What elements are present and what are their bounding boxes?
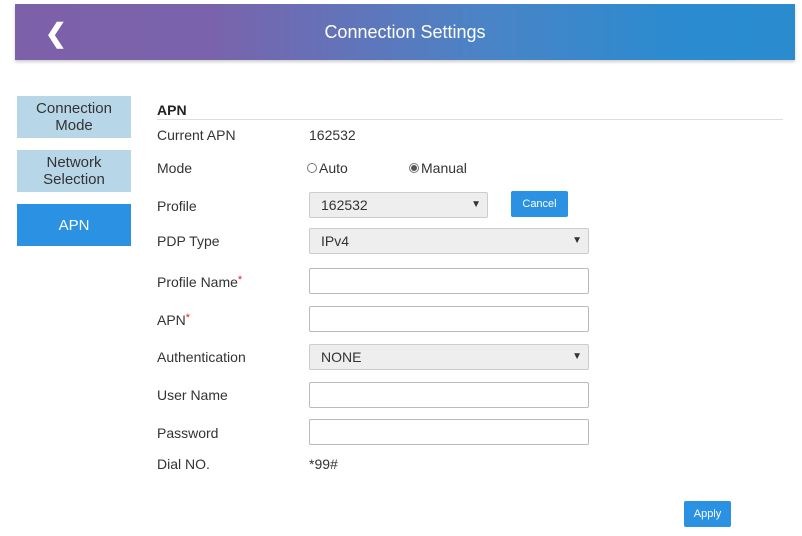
dial-no-value: *99# [309,456,338,472]
authentication-label: Authentication [157,349,246,365]
required-mark: * [237,274,243,286]
dropdown-arrow-icon: ▼ [572,235,582,246]
radio-label: Auto [319,160,348,176]
apply-button[interactable]: Apply [684,501,731,527]
mode-auto-radio[interactable]: Auto [307,160,348,176]
profile-name-label-text: Profile Name [157,274,238,290]
password-label: Password [157,425,219,441]
mode-manual-radio[interactable]: Manual [409,160,467,176]
required-mark: * [185,312,191,324]
mode-label: Mode [157,160,193,176]
authentication-value: NONE [321,349,362,365]
authentication-select[interactable]: NONE ▼ [309,344,589,370]
user-name-input[interactable] [309,382,589,408]
sidebar-item-apn[interactable]: APN [17,204,131,246]
profile-select[interactable]: 162532 ▼ [309,192,488,218]
header-bar: ❮ Connection Settings [15,4,795,60]
apn-label: APN* [157,312,190,328]
profile-name-input[interactable] [309,268,589,294]
dropdown-arrow-icon: ▼ [572,351,582,362]
password-input[interactable] [309,419,589,445]
sidebar-item-connection-mode[interactable]: Connection Mode [17,96,131,138]
section-title: APN [157,102,783,120]
apn-label-text: APN [157,312,186,328]
pdp-type-value: IPv4 [321,233,350,249]
current-apn-label: Current APN [157,127,236,143]
current-apn-value: 162532 [309,127,356,143]
profile-select-value: 162532 [321,197,368,213]
user-name-label: User Name [157,387,228,403]
radio-label: Manual [421,160,467,176]
dial-no-label: Dial NO. [157,456,210,472]
profile-name-label: Profile Name* [157,274,242,290]
radio-unchecked-icon [307,163,317,173]
dropdown-arrow-icon: ▼ [471,199,481,210]
radio-checked-icon [409,163,419,173]
pdp-type-label: PDP Type [157,233,220,249]
cancel-button[interactable]: Cancel [511,191,568,217]
profile-label: Profile [157,198,197,214]
sidebar-item-network-selection[interactable]: Network Selection [17,150,131,192]
page-title: Connection Settings [324,22,486,42]
pdp-type-select[interactable]: IPv4 ▼ [309,228,589,254]
apn-input[interactable] [309,306,589,332]
